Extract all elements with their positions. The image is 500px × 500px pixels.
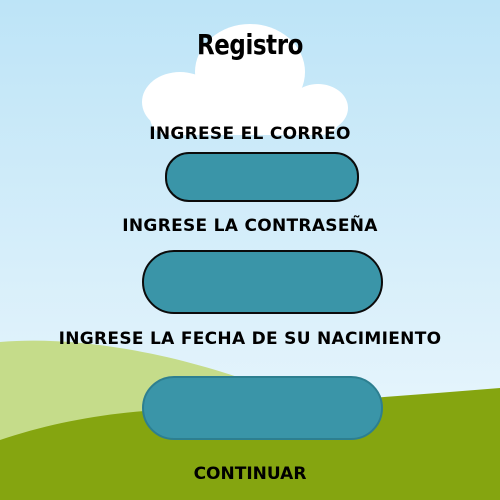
email-label: INGRESE EL CORREO <box>149 124 351 144</box>
email-field[interactable] <box>165 152 359 202</box>
password-field[interactable] <box>142 250 383 314</box>
password-label: INGRESE LA CONTRASEÑA <box>122 216 378 236</box>
birthdate-field[interactable] <box>142 376 383 440</box>
page-title: Registro <box>196 28 304 61</box>
birthdate-label: INGRESE LA FECHA DE SU NACIMIENTO <box>58 329 442 349</box>
continue-button[interactable]: CONTINUAR <box>0 464 500 484</box>
